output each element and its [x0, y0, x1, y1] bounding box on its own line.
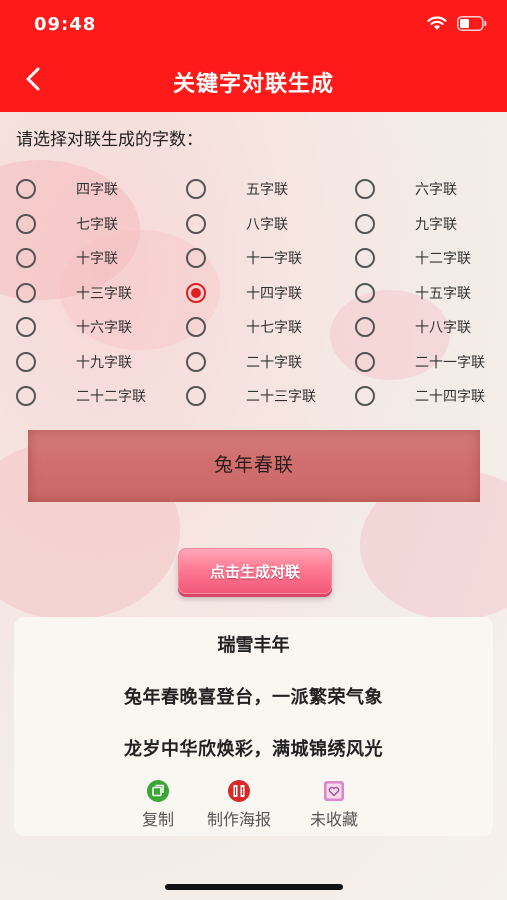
- option-label: 十七字联: [246, 320, 302, 336]
- option-label: 六字联: [415, 182, 457, 198]
- keyword-value: 兔年春联: [213, 453, 294, 476]
- result-card: 瑞雪丰年 兔年春晚喜登台，一派繁荣气象 龙岁中华欣焕彩，满城锦绣风光 复制 制作…: [14, 617, 493, 836]
- radio-button[interactable]: [16, 352, 36, 372]
- generate-button[interactable]: 点击生成对联: [178, 548, 332, 594]
- option-18[interactable]: 十八字联: [355, 312, 471, 342]
- couplet-line-1: 兔年春晚喜登台，一派繁荣气象: [124, 687, 383, 708]
- radio-button[interactable]: [16, 317, 36, 337]
- radio-button[interactable]: [355, 352, 375, 372]
- make-poster-label: 制作海报: [207, 810, 272, 829]
- option-label: 二十三字联: [246, 389, 316, 405]
- option-label: 二十字联: [246, 355, 302, 371]
- favorite-icon: [322, 779, 346, 803]
- radio-button[interactable]: [186, 317, 206, 337]
- battery-icon: [457, 16, 487, 35]
- option-label: 十一字联: [246, 251, 302, 267]
- favorite-label: 未收藏: [310, 810, 359, 829]
- option-24[interactable]: 二十四字联: [355, 381, 485, 411]
- radio-button[interactable]: [186, 179, 206, 199]
- result-actions: 复制 制作海报 未收藏: [14, 779, 493, 829]
- home-indicator: [165, 884, 343, 890]
- status-time: 09:48: [34, 14, 97, 35]
- radio-button-selected[interactable]: [186, 283, 206, 303]
- option-label: 十八字联: [415, 320, 471, 336]
- option-14[interactable]: 十四字联: [186, 278, 302, 308]
- radio-button[interactable]: [355, 386, 375, 406]
- option-label: 八字联: [246, 217, 288, 233]
- radio-button[interactable]: [186, 386, 206, 406]
- option-label: 二十二字联: [76, 389, 146, 405]
- option-label: 九字联: [415, 217, 457, 233]
- option-22[interactable]: 二十二字联: [16, 381, 146, 411]
- favorite-button[interactable]: 未收藏: [310, 779, 358, 830]
- option-19[interactable]: 十九字联: [16, 347, 132, 377]
- option-5[interactable]: 五字联: [186, 174, 288, 204]
- radio-button[interactable]: [186, 352, 206, 372]
- generate-button-label: 点击生成对联: [209, 562, 300, 581]
- option-label: 二十四字联: [415, 389, 485, 405]
- option-label: 十四字联: [246, 286, 302, 302]
- nav-bar: 关键字对联生成: [0, 50, 507, 112]
- option-12[interactable]: 十二字联: [355, 243, 471, 273]
- option-label: 十字联: [76, 251, 118, 267]
- copy-button[interactable]: 复制: [142, 779, 174, 830]
- radio-button[interactable]: [16, 179, 36, 199]
- radio-button[interactable]: [16, 386, 36, 406]
- option-15[interactable]: 十五字联: [355, 278, 471, 308]
- option-10[interactable]: 十字联: [16, 243, 118, 273]
- result-title: 瑞雪丰年: [217, 635, 290, 656]
- count-prompt: 请选择对联生成的字数：: [16, 130, 203, 150]
- poster-icon: [227, 779, 251, 803]
- option-23[interactable]: 二十三字联: [186, 381, 316, 411]
- option-16[interactable]: 十六字联: [16, 312, 132, 342]
- page-title: 关键字对联生成: [172, 72, 334, 97]
- option-label: 四字联: [76, 182, 118, 198]
- option-20[interactable]: 二十字联: [186, 347, 302, 377]
- option-label: 十三字联: [76, 286, 132, 302]
- option-label: 十五字联: [415, 286, 471, 302]
- radio-button[interactable]: [355, 179, 375, 199]
- option-7[interactable]: 七字联: [16, 209, 118, 239]
- status-icons: [427, 16, 487, 35]
- radio-button[interactable]: [16, 248, 36, 268]
- option-4[interactable]: 四字联: [16, 174, 118, 204]
- radio-button[interactable]: [16, 283, 36, 303]
- option-21[interactable]: 二十一字联: [355, 347, 485, 377]
- option-11[interactable]: 十一字联: [186, 243, 302, 273]
- radio-button[interactable]: [355, 248, 375, 268]
- option-label: 二十一字联: [415, 355, 485, 371]
- option-label: 五字联: [246, 182, 288, 198]
- option-label: 十六字联: [76, 320, 132, 336]
- status-bar: 09:48: [0, 0, 507, 50]
- couplet-line-2: 龙岁中华欣焕彩，满城锦绣风光: [124, 739, 383, 760]
- radio-button[interactable]: [355, 214, 375, 234]
- option-9[interactable]: 九字联: [355, 209, 457, 239]
- option-8[interactable]: 八字联: [186, 209, 288, 239]
- radio-button[interactable]: [186, 214, 206, 234]
- copy-label: 复制: [142, 810, 175, 829]
- radio-button[interactable]: [16, 214, 36, 234]
- keyword-input[interactable]: 兔年春联: [28, 430, 480, 502]
- wifi-icon: [427, 16, 447, 35]
- option-17[interactable]: 十七字联: [186, 312, 302, 342]
- option-13[interactable]: 十三字联: [16, 278, 132, 308]
- screen: 09:48 关键字对联生成 请选择对联生成的字数： 四字联 五字联 六字联 七字…: [0, 0, 507, 900]
- option-label: 七字联: [76, 217, 118, 233]
- copy-icon: [146, 779, 170, 803]
- make-poster-button[interactable]: 制作海报: [207, 779, 271, 830]
- option-6[interactable]: 六字联: [355, 174, 457, 204]
- option-label: 十九字联: [76, 355, 132, 371]
- radio-button[interactable]: [355, 317, 375, 337]
- radio-button[interactable]: [355, 283, 375, 303]
- radio-button[interactable]: [186, 248, 206, 268]
- option-label: 十二字联: [415, 251, 471, 267]
